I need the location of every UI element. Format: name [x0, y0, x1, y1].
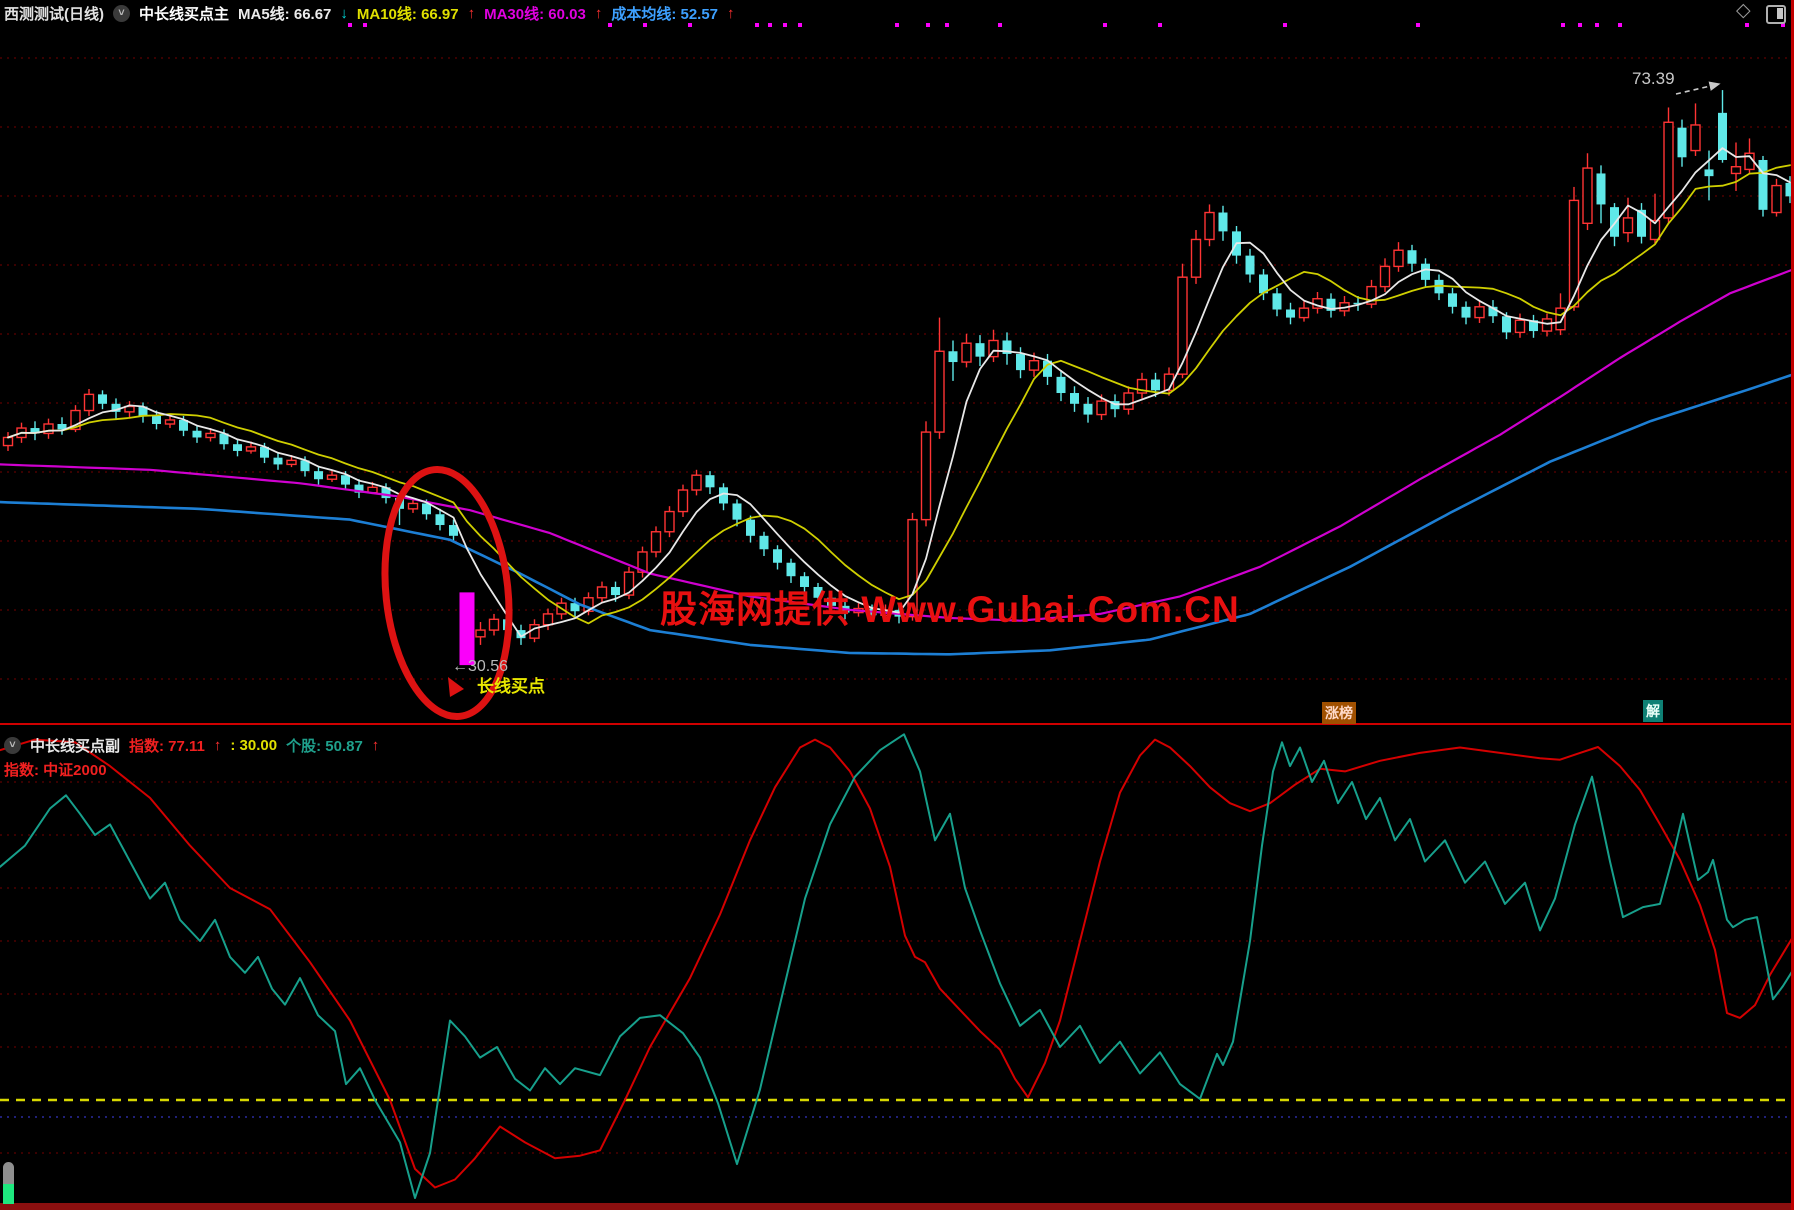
- ma10-up-arrow-icon: ↑: [467, 4, 476, 22]
- param-value: : 30.00: [230, 736, 278, 754]
- main-indicator-name[interactable]: 中长线买点主: [139, 3, 229, 24]
- sub-indicator-name[interactable]: 中长线买点副: [30, 735, 120, 756]
- main-indicator-bar: 西测测试(日线) ˅ 中长线买点主 MA5线: 66.67 ↓ MA10线: 6…: [4, 3, 735, 23]
- collapse-chevron-icon[interactable]: ˅: [4, 736, 21, 754]
- diamond-icon[interactable]: ◇: [1736, 1, 1751, 20]
- low-price-annotation: ←30.56: [452, 658, 509, 675]
- cost-line-value: 成本均线: 52.57: [611, 5, 719, 23]
- index-value: 指数: 77.11: [129, 737, 205, 755]
- ma10-value: MA10线: 66.97: [356, 5, 459, 23]
- split-layout-fill: [1777, 8, 1783, 19]
- ma30-value: MA30线: 60.03: [484, 5, 586, 23]
- buy-point-annotation: 长线买点: [477, 677, 545, 696]
- high-price-annotation: 73.39: [1632, 69, 1675, 88]
- index-up-arrow-icon: ↑: [213, 736, 222, 754]
- stock-up-arrow-icon: ↑: [371, 736, 380, 754]
- cost-up-arrow-icon: ↑: [727, 4, 735, 22]
- rise-board-badge[interactable]: 涨榜: [1322, 702, 1356, 724]
- ma30-up-arrow-icon: ↑: [594, 4, 603, 22]
- collapse-chevron-icon[interactable]: ˅: [113, 4, 130, 22]
- ma5-down-arrow-icon: ↓: [340, 4, 348, 22]
- split-layout-icon[interactable]: [1766, 5, 1786, 24]
- index-name-label: 指数: 中证2000: [4, 762, 107, 779]
- watermark: 股海网提供 Www.Guhai.Com.CN: [660, 589, 1240, 630]
- ma5-value: MA5线: 66.67: [238, 5, 332, 23]
- jie-badge[interactable]: 解: [1643, 700, 1663, 722]
- sub-indicator-bar: ˅ 中长线买点副 指数: 77.11 ↑ : 30.00 个股: 50.87 ↑: [4, 735, 379, 755]
- period-title[interactable]: 西测测试(日线): [4, 3, 104, 24]
- stock-value: 个股: 50.87: [286, 737, 363, 755]
- chart-window: 西测测试(日线) ˅ 中长线买点主 MA5线: 66.67 ↓ MA10线: 6…: [0, 0, 1794, 1210]
